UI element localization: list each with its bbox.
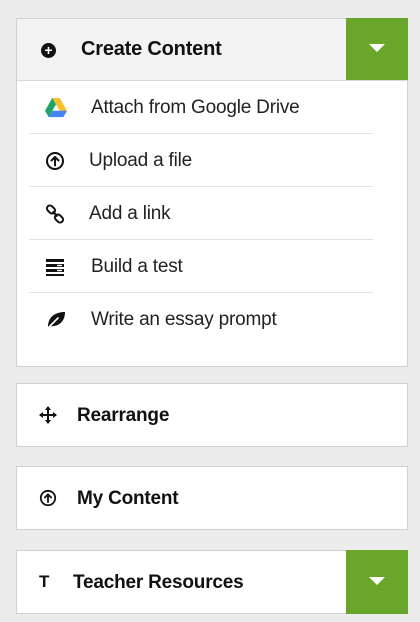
menu-item-label: Build a test [91, 256, 183, 277]
leaf-icon [45, 310, 65, 330]
menu-item-add-link[interactable]: Add a link [29, 187, 373, 240]
test-list-icon [45, 257, 65, 277]
rearrange-panel[interactable]: Rearrange [16, 383, 408, 447]
upload-circle-icon [45, 151, 65, 171]
my-content-panel[interactable]: My Content [16, 466, 408, 530]
plus-circle-icon: + [41, 43, 56, 58]
teacher-resources-panel[interactable]: T Teacher Resources [16, 550, 408, 614]
move-arrows-icon [39, 406, 57, 424]
link-icon [45, 204, 65, 224]
create-content-title: Create Content [81, 38, 222, 60]
caret-down-icon [369, 44, 385, 52]
menu-item-label: Attach from Google Drive [91, 97, 300, 118]
menu-item-google-drive[interactable]: Attach from Google Drive [29, 81, 373, 134]
menu-item-upload-file[interactable]: Upload a file [29, 134, 373, 187]
teacher-resources-dropdown-button[interactable] [346, 550, 408, 614]
my-content-title: My Content [77, 488, 179, 509]
google-drive-icon [45, 98, 67, 118]
text-t-icon: T [39, 572, 50, 591]
create-content-header[interactable]: + Create Content [17, 18, 408, 81]
caret-down-icon [369, 577, 385, 585]
menu-item-label: Add a link [89, 203, 171, 224]
upload-circle-icon [39, 489, 57, 507]
menu-item-build-test[interactable]: Build a test [29, 240, 373, 293]
menu-item-essay-prompt[interactable]: Write an essay prompt [29, 293, 373, 346]
rearrange-title: Rearrange [77, 405, 170, 426]
create-content-panel: + Create Content Attach from Google Driv… [16, 18, 408, 367]
menu-item-label: Write an essay prompt [91, 309, 277, 330]
create-content-dropdown-button[interactable] [346, 18, 408, 80]
menu-item-label: Upload a file [89, 150, 193, 171]
teacher-resources-title: Teacher Resources [73, 572, 244, 593]
